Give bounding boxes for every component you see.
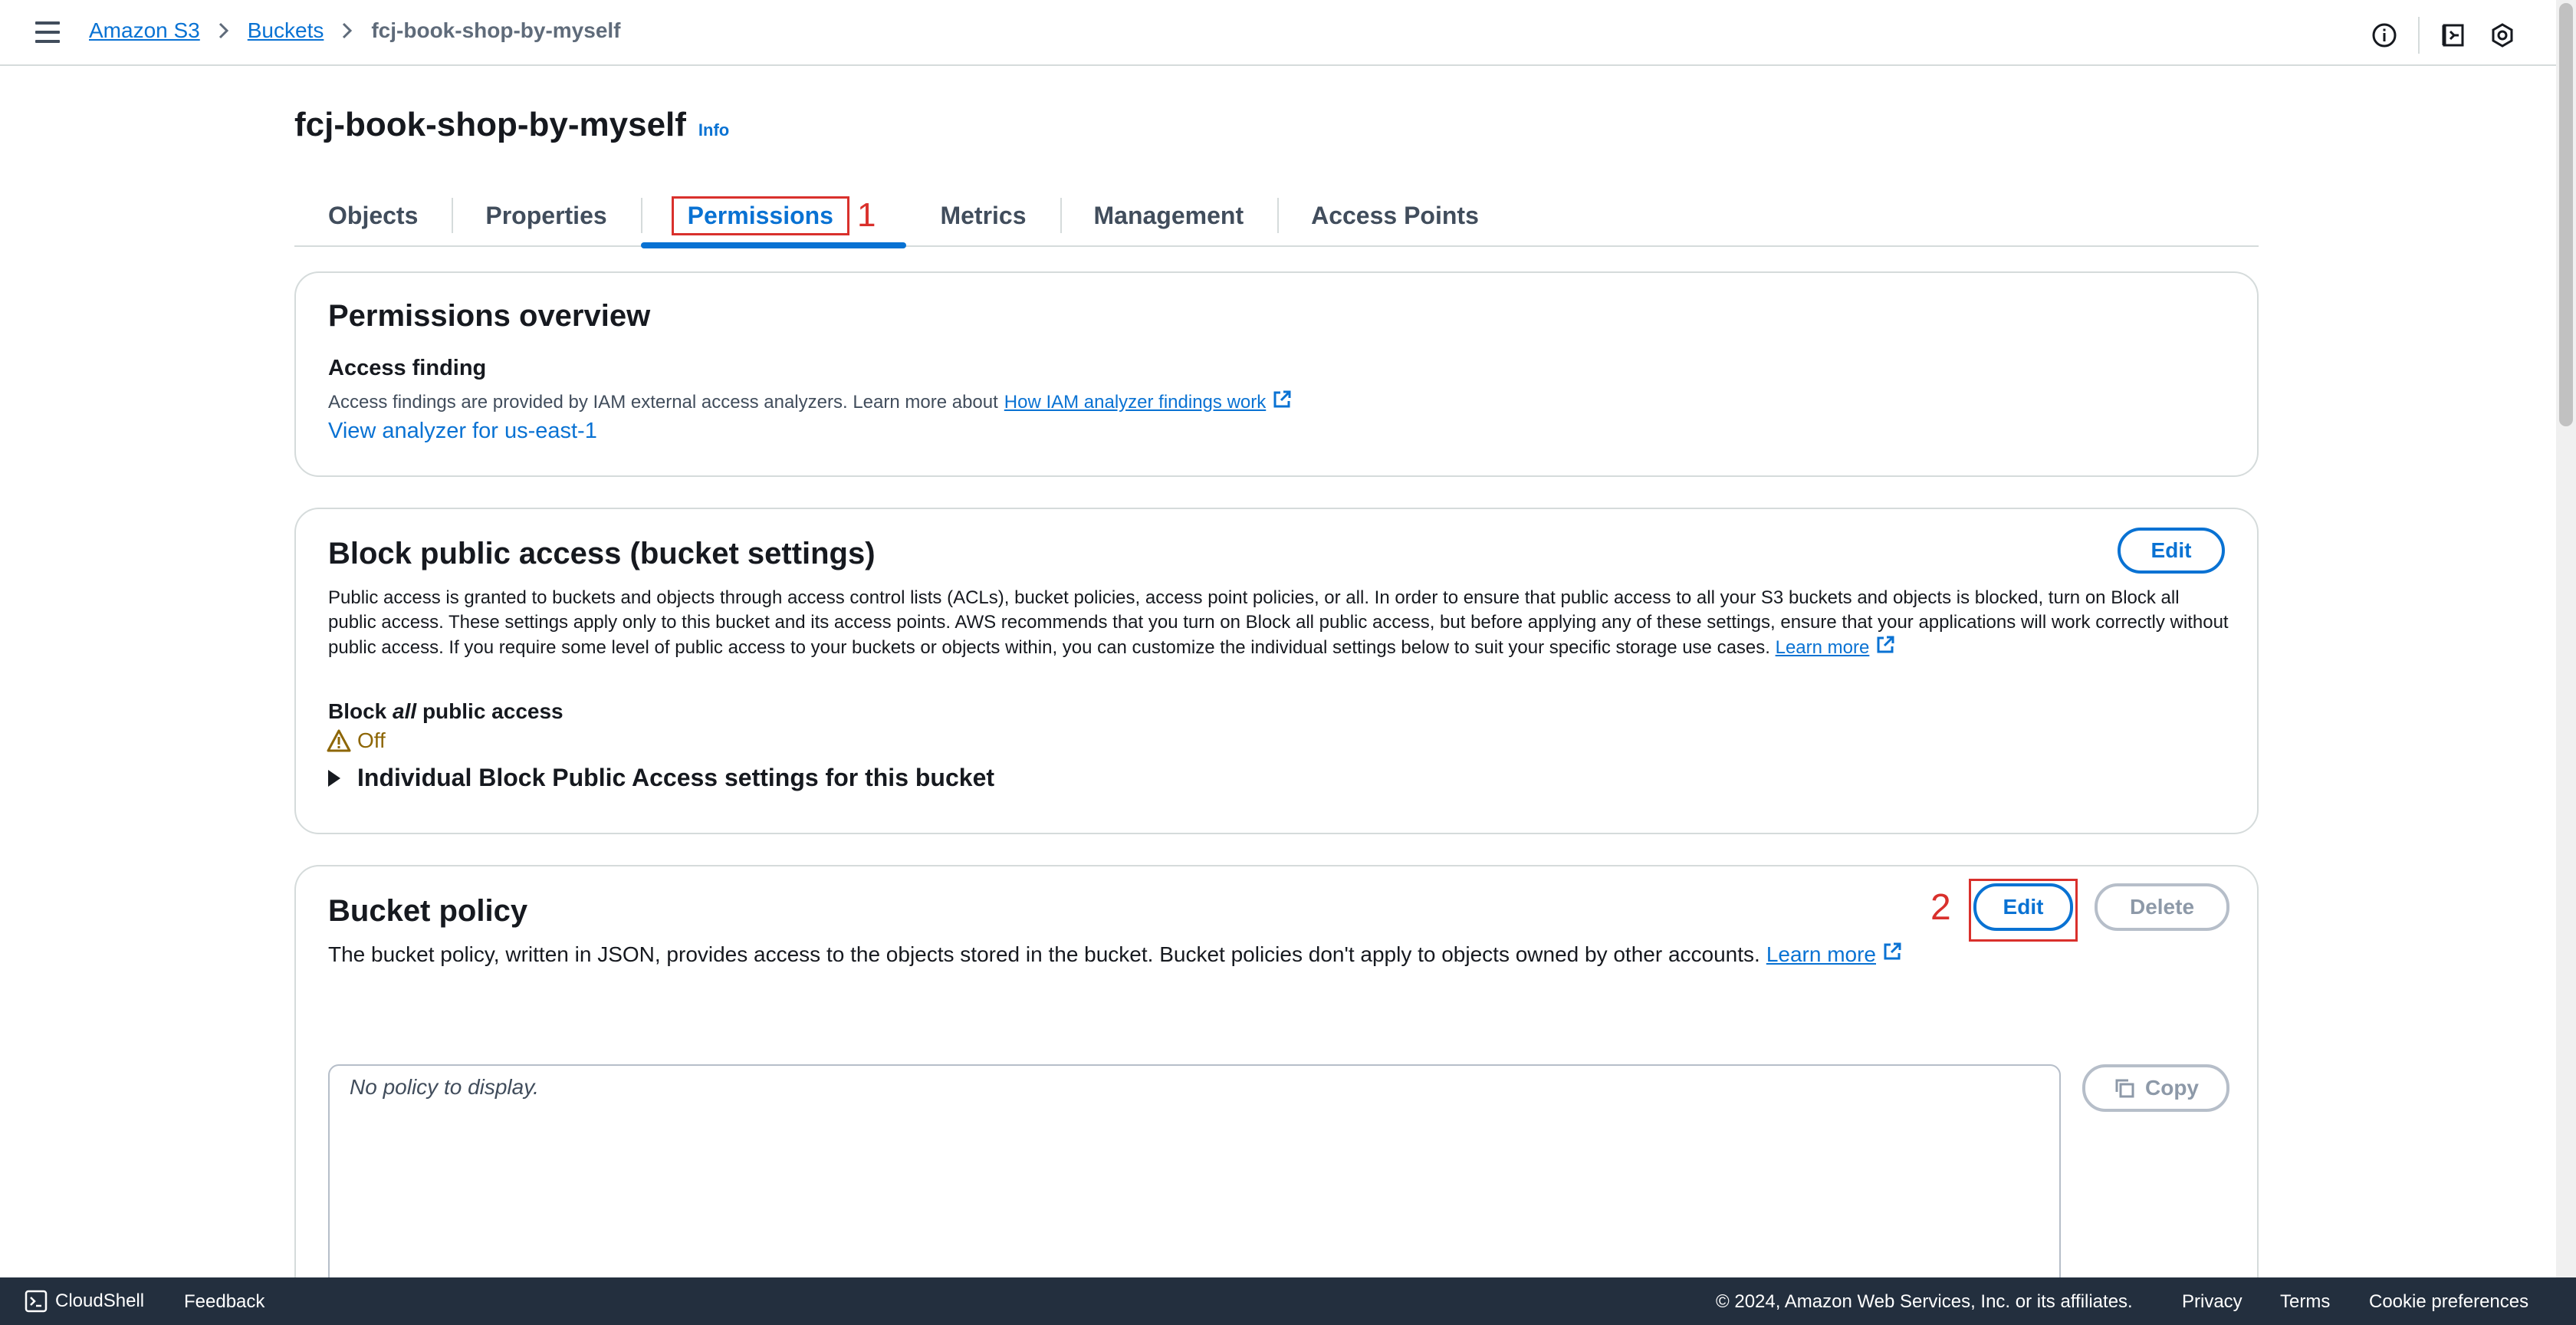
bucket-policy-title: Bucket policy: [328, 894, 528, 928]
block-public-access-edit-button[interactable]: Edit: [2118, 528, 2225, 574]
settings-hexagon-icon[interactable]: [2487, 20, 2518, 51]
copy-icon: [2115, 1079, 2134, 1098]
external-link-icon: [1272, 390, 1292, 415]
tab-objects[interactable]: Objects: [294, 184, 452, 247]
annotation-marker-2: 2: [1930, 887, 1951, 928]
info-link[interactable]: Info: [698, 120, 729, 140]
bucket-policy-delete-button[interactable]: Delete: [2095, 883, 2229, 931]
bucket-policy-description: The bucket policy, written in JSON, prov…: [328, 942, 1902, 967]
tab-properties[interactable]: Properties: [452, 184, 640, 247]
block-public-access-learn-more-link[interactable]: Learn more: [1776, 637, 1870, 658]
feedback-link[interactable]: Feedback: [184, 1291, 264, 1313]
page-title: fcj-book-shop-by-myself: [294, 106, 686, 143]
cookie-preferences-link[interactable]: Cookie preferences: [2369, 1291, 2528, 1313]
tab-access-points[interactable]: Access Points: [1277, 184, 1513, 247]
top-navigation-bar: Amazon S3 Buckets fcj-book-shop-by-mysel…: [0, 0, 2556, 66]
cloudshell-button[interactable]: CloudShell: [25, 1290, 144, 1313]
console-footer: CloudShell Feedback © 2024, Amazon Web S…: [0, 1277, 2576, 1325]
header-divider: [2418, 17, 2420, 54]
iam-analyzer-findings-link[interactable]: How IAM analyzer findings work: [1004, 392, 1266, 413]
warning-icon: [327, 729, 351, 752]
privacy-link[interactable]: Privacy: [2182, 1291, 2242, 1313]
breadcrumb-amazon-s3[interactable]: Amazon S3: [89, 18, 200, 43]
breadcrumb-current: fcj-book-shop-by-myself: [371, 18, 621, 42]
terminal-icon: [25, 1290, 48, 1313]
chevron-right-icon: [219, 22, 229, 39]
copy-policy-button[interactable]: Copy: [2082, 1064, 2229, 1112]
annotation-marker-1: 1: [856, 196, 876, 234]
chevron-right-icon: [342, 22, 353, 39]
tab-permissions-label: Permissions: [671, 196, 849, 235]
scrollbar[interactable]: [2556, 0, 2576, 1277]
permissions-overview-title: Permissions overview: [328, 299, 651, 333]
tab-bar: Objects Properties Permissions 1 Metrics…: [294, 184, 2259, 248]
individual-settings-expander[interactable]: Individual Block Public Access settings …: [328, 764, 994, 792]
notebook-icon[interactable]: [2438, 20, 2469, 51]
bucket-policy-edit-button[interactable]: Edit: [1973, 883, 2073, 931]
menu-icon[interactable]: [35, 21, 60, 43]
info-circle-icon[interactable]: [2369, 20, 2400, 51]
permissions-overview-panel: Permissions overview Access finding Acce…: [294, 271, 2259, 477]
no-policy-text: No policy to display.: [350, 1075, 539, 1099]
block-public-access-panel: Block public access (bucket settings) Ed…: [294, 508, 2259, 834]
copyright-text: © 2024, Amazon Web Services, Inc. or its…: [1716, 1291, 2133, 1312]
caret-right-icon: [328, 769, 340, 787]
terms-link[interactable]: Terms: [2280, 1291, 2330, 1313]
block-public-access-description: Public access is granted to buckets and …: [328, 586, 2229, 662]
header-actions: [2369, 17, 2518, 54]
tab-permissions[interactable]: Permissions 1: [640, 184, 907, 248]
status-off-text: Off: [357, 728, 386, 752]
tab-metrics[interactable]: Metrics: [906, 184, 1060, 247]
view-analyzer-link[interactable]: View analyzer for us-east-1: [328, 419, 597, 444]
block-public-access-title: Block public access (bucket settings): [328, 537, 876, 570]
external-link-icon: [1882, 942, 1902, 967]
bucket-policy-panel: Bucket policy 2 Edit Delete The bucket p…: [294, 865, 2259, 1325]
external-link-icon: [1875, 635, 1895, 662]
block-all-public-access-label: Block all public access: [328, 699, 564, 723]
tab-management[interactable]: Management: [1060, 184, 1278, 247]
block-all-status: Off: [327, 728, 386, 753]
scrollbar-thumb[interactable]: [2559, 3, 2573, 426]
bucket-policy-learn-more-link[interactable]: Learn more: [1766, 942, 1876, 967]
access-finding-description: Access findings are provided by IAM exte…: [328, 390, 1292, 415]
access-finding-label: Access finding: [328, 356, 487, 380]
page-header: fcj-book-shop-by-myself Info: [294, 106, 729, 144]
breadcrumb: Amazon S3 Buckets fcj-book-shop-by-mysel…: [89, 18, 621, 43]
breadcrumb-buckets[interactable]: Buckets: [248, 18, 324, 43]
